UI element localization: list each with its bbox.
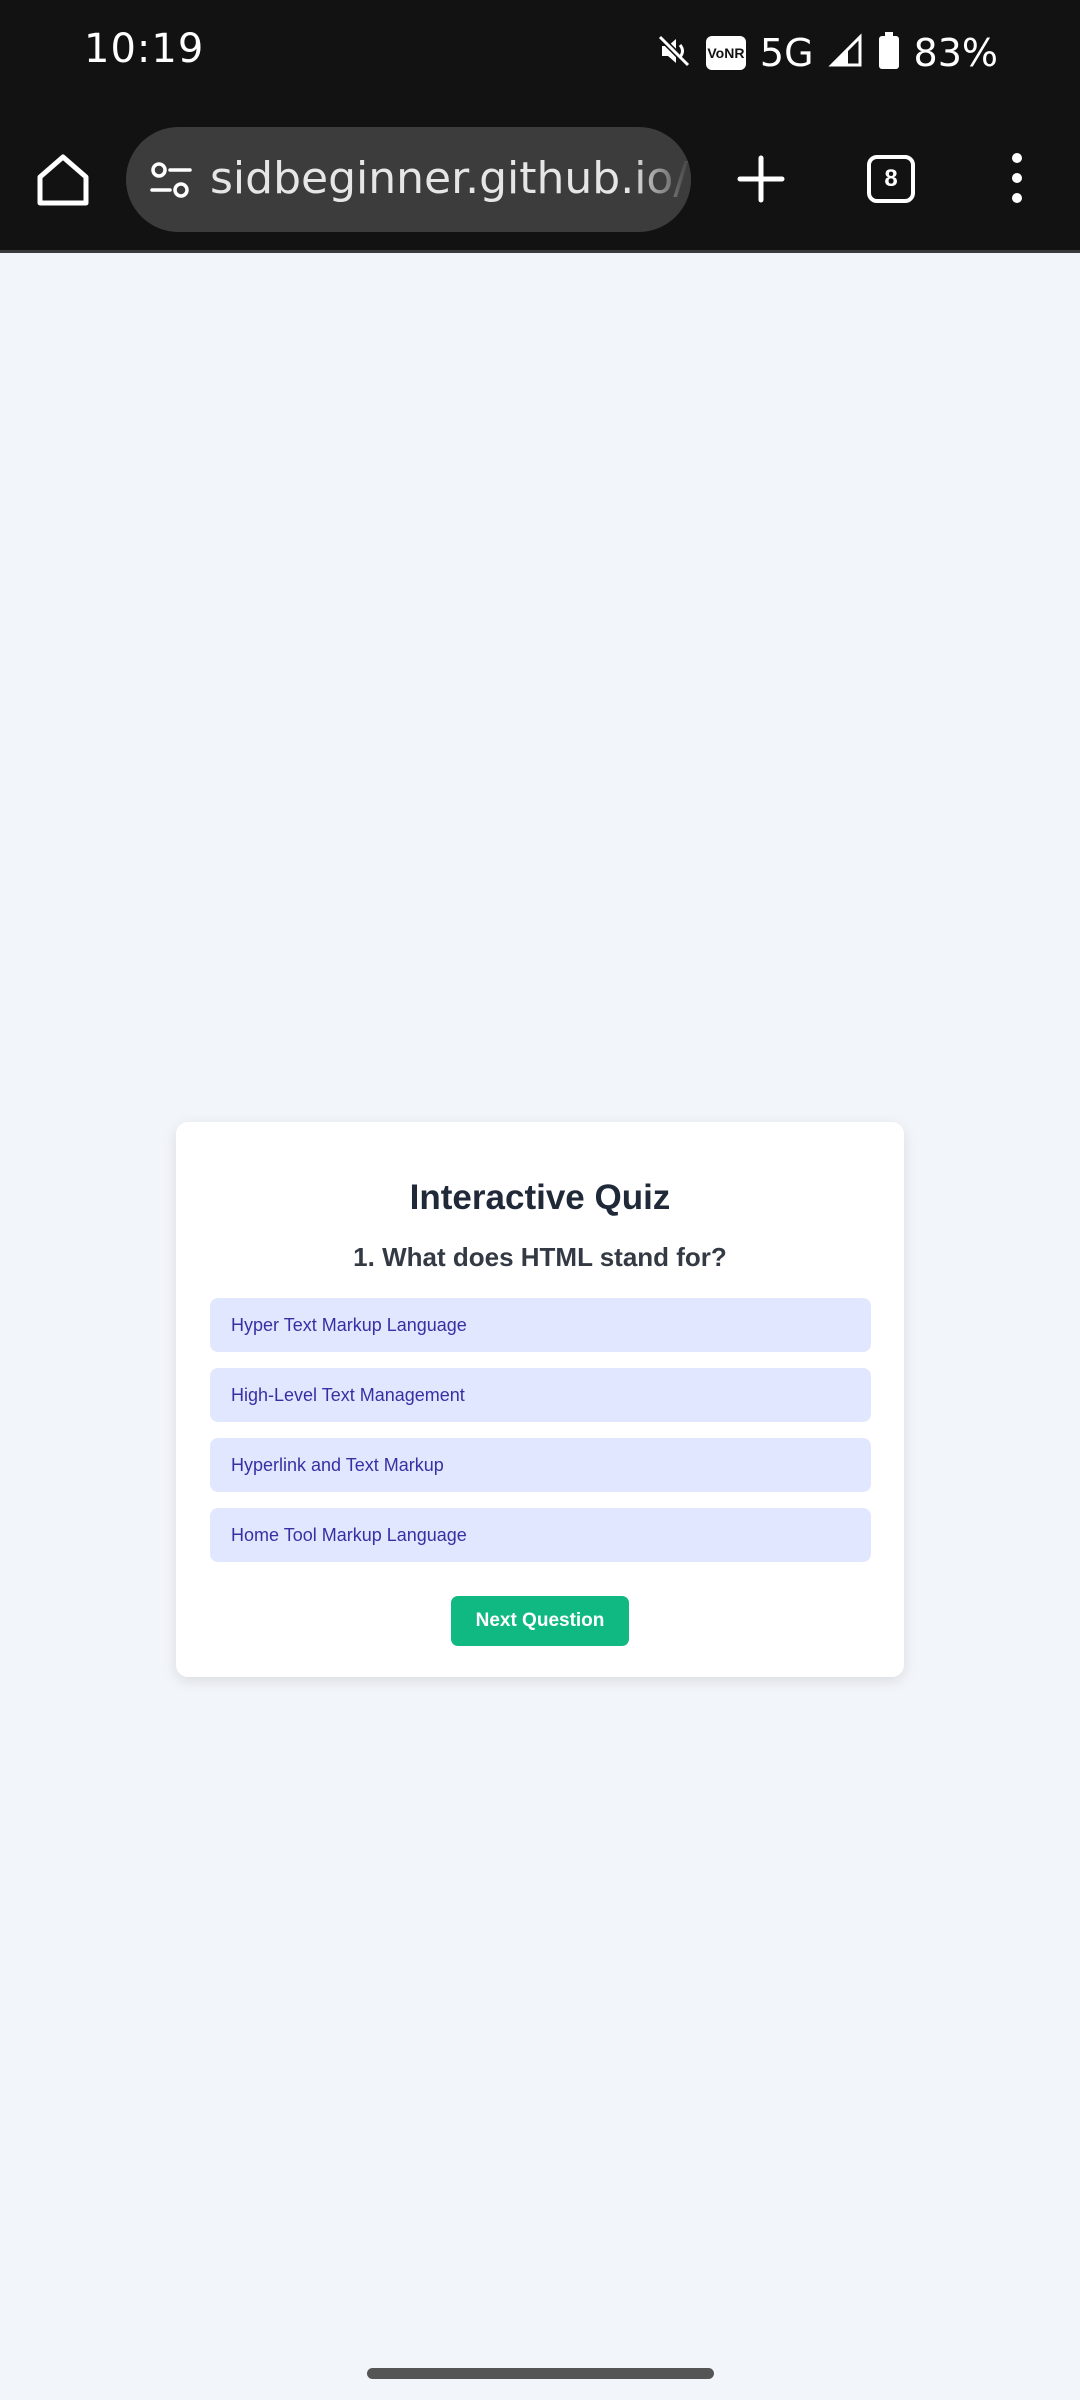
vonr-icon: VoNR xyxy=(705,36,746,70)
mute-icon xyxy=(656,33,692,74)
signal-icon xyxy=(827,32,864,74)
more-menu-icon[interactable] xyxy=(1005,152,1029,204)
quiz-card: Interactive Quiz 1. What does HTML stand… xyxy=(176,1122,904,1677)
quiz-question: 1. What does HTML stand for? xyxy=(353,1242,727,1272)
home-icon[interactable] xyxy=(32,149,94,211)
battery-icon xyxy=(878,31,900,75)
status-icons: VoNR 5G 83% xyxy=(656,28,998,78)
url-text: sidbeginner.github.io/int xyxy=(210,153,691,204)
status-time: 10:19 xyxy=(84,26,205,72)
browser-toolbar: sidbeginner.github.io/int xyxy=(0,105,1080,253)
quiz-title: Interactive Quiz xyxy=(409,1178,671,1217)
answer-option-1[interactable]: Hyper Text Markup Language xyxy=(210,1298,871,1352)
answer-option-4[interactable]: Home Tool Markup Language xyxy=(210,1508,871,1562)
status-bar: 10:19 VoNR 5G 83% xyxy=(0,0,1080,105)
answer-option-2[interactable]: High-Level Text Management xyxy=(210,1368,871,1422)
next-question-button[interactable]: Next Question xyxy=(451,1596,629,1646)
new-tab-icon[interactable] xyxy=(730,148,792,215)
network-type: 5G xyxy=(759,31,814,75)
tab-switcher-icon[interactable]: 8 xyxy=(867,155,915,203)
answer-options: Hyper Text Markup Language High-Level Te… xyxy=(210,1298,871,1578)
gesture-nav-bar[interactable] xyxy=(367,2368,714,2379)
battery-percent: 83% xyxy=(913,31,998,75)
address-bar[interactable]: sidbeginner.github.io/int xyxy=(126,127,691,232)
site-settings-icon[interactable] xyxy=(148,157,194,203)
answer-option-3[interactable]: Hyperlink and Text Markup xyxy=(210,1438,871,1492)
